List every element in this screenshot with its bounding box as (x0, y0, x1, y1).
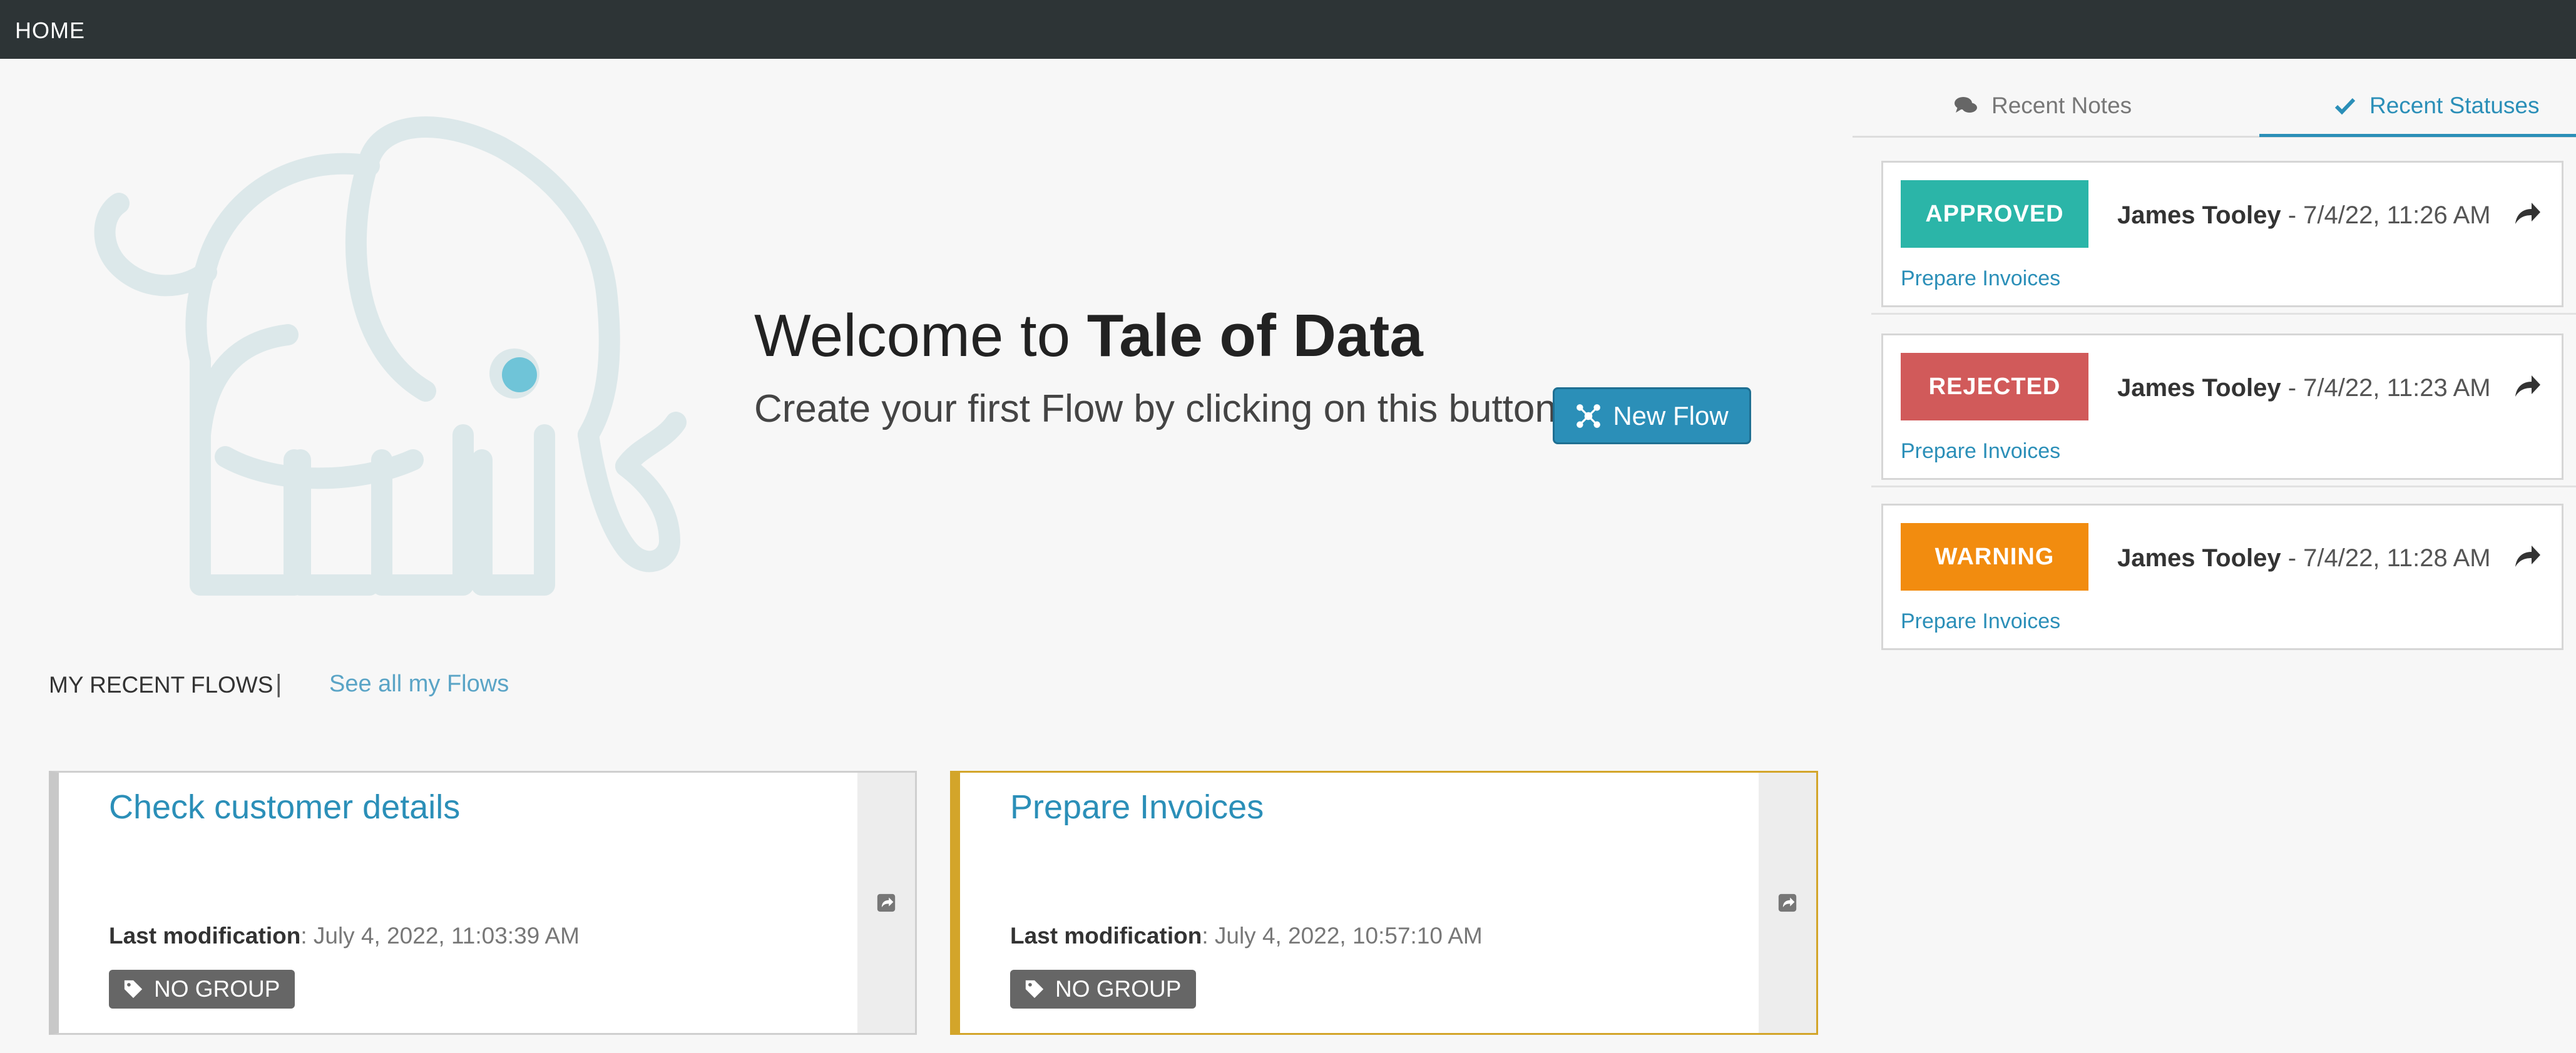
status-time: - 7/4/22, 11:26 AM (2281, 201, 2491, 229)
tag-icon (124, 980, 143, 999)
welcome-subtitle: Create your first Flow by clicking on th… (754, 387, 1556, 430)
recent-flows-header: MY RECENT FLOWS (49, 672, 273, 698)
welcome-title-prefix: Welcome to (754, 302, 1087, 369)
flow-card[interactable]: Prepare Invoices Last modification: July… (950, 771, 1818, 1035)
share-arrow-icon[interactable] (2514, 544, 2542, 569)
tab-recent-notes[interactable]: Recent Notes (1954, 93, 2132, 119)
last-modification-label: Last modification (1010, 923, 1202, 949)
status-badge: WARNING (1901, 523, 2088, 591)
elephant-logo-illustration (94, 116, 687, 596)
flow-network-icon (1577, 404, 1601, 428)
share-icon (877, 893, 896, 912)
status-author: James Tooley - 7/4/22, 11:28 AM (2117, 544, 2491, 572)
open-flow-button[interactable] (857, 773, 915, 1033)
divider (1871, 486, 2576, 487)
flow-title[interactable]: Check customer details (109, 788, 460, 827)
last-modification-value: : July 4, 2022, 11:03:39 AM (300, 923, 580, 949)
see-all-flows-link[interactable]: See all my Flows (329, 671, 509, 698)
status-time: - 7/4/22, 11:28 AM (2281, 544, 2491, 572)
welcome-title-brand: Tale of Data (1086, 302, 1423, 369)
tab-recent-statuses[interactable]: Recent Statuses (2334, 93, 2539, 119)
check-icon (2334, 98, 2356, 115)
status-badge: APPROVED (1901, 180, 2088, 248)
last-modification-value: : July 4, 2022, 10:57:10 AM (1202, 923, 1483, 949)
status-user: James Tooley (2117, 201, 2281, 229)
flow-last-modification: Last modification: July 4, 2022, 11:03:3… (109, 923, 580, 949)
tab-recent-notes-label: Recent Notes (1991, 93, 2132, 118)
flow-card[interactable]: Check customer details Last modification… (49, 771, 917, 1035)
status-author: James Tooley - 7/4/22, 11:23 AM (2117, 374, 2491, 402)
comments-icon (1955, 97, 1977, 113)
active-tab-indicator (2259, 134, 2576, 137)
tag-icon (1025, 980, 1044, 999)
status-flow-link[interactable]: Prepare Invoices (1901, 439, 2060, 464)
last-modification-label: Last modification (109, 923, 301, 949)
divider (1871, 313, 2576, 315)
status-flow-link[interactable]: Prepare Invoices (1901, 609, 2060, 634)
home-nav-link[interactable]: HOME (15, 18, 85, 44)
status-user: James Tooley (2117, 544, 2281, 572)
group-tag: NO GROUP (1010, 970, 1197, 1009)
flow-last-modification: Last modification: July 4, 2022, 10:57:1… (1010, 923, 1483, 949)
tab-recent-statuses-label: Recent Statuses (2369, 93, 2540, 118)
share-arrow-icon[interactable] (2514, 374, 2542, 399)
status-author: James Tooley - 7/4/22, 11:26 AM (2117, 201, 2491, 230)
group-tag: NO GROUP (109, 970, 295, 1009)
status-badge: REJECTED (1901, 353, 2088, 420)
flow-title[interactable]: Prepare Invoices (1010, 788, 1264, 827)
new-flow-button[interactable]: New Flow (1553, 387, 1751, 444)
share-arrow-icon[interactable] (2514, 201, 2542, 226)
new-flow-label: New Flow (1613, 400, 1729, 430)
header-separator: | (275, 670, 282, 698)
share-icon (1778, 893, 1797, 912)
status-time: - 7/4/22, 11:23 AM (2281, 374, 2491, 402)
group-tag-label: NO GROUP (154, 976, 280, 1002)
status-flow-link[interactable]: Prepare Invoices (1901, 267, 2060, 291)
status-card: APPROVED James Tooley - 7/4/22, 11:26 AM… (1881, 161, 2563, 307)
status-card: REJECTED James Tooley - 7/4/22, 11:23 AM… (1881, 333, 2563, 480)
group-tag-label: NO GROUP (1055, 976, 1182, 1002)
activity-tabs: Recent Notes Recent Statuses (1853, 81, 2576, 138)
top-navigation-bar: HOME (0, 0, 2576, 59)
status-card: WARNING James Tooley - 7/4/22, 11:28 AM … (1881, 504, 2563, 650)
open-flow-button[interactable] (1759, 773, 1816, 1033)
status-user: James Tooley (2117, 374, 2281, 402)
welcome-title: Welcome to Tale of Data (754, 302, 1423, 370)
